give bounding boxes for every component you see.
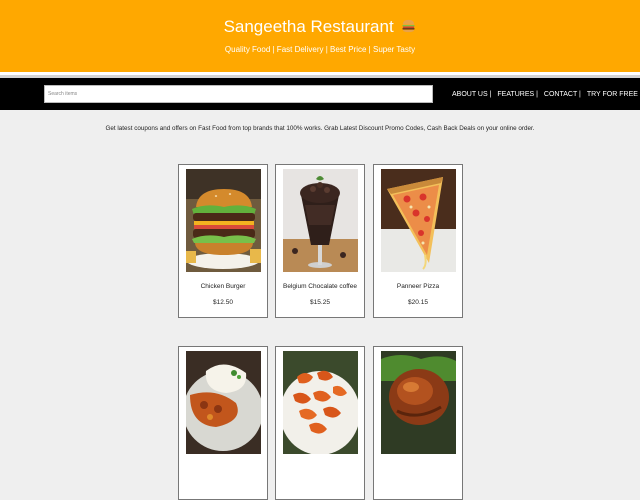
product-card[interactable] — [373, 346, 463, 500]
product-name: Belgium Chocalate coffee — [283, 283, 357, 290]
nav-link-features[interactable]: FEATURES | — [497, 90, 538, 99]
navbar: ABOUT US | FEATURES | CONTACT | TRY FOR … — [0, 78, 640, 110]
page-title: Sangeetha Restaurant — [0, 17, 640, 37]
product-card[interactable]: Belgium Chocalate coffee $15.25 — [275, 164, 365, 318]
promo-text: Get latest coupons and offers on Fast Fo… — [105, 125, 535, 132]
burger-icon — [402, 19, 415, 33]
fried-shrimp-photo — [283, 351, 358, 454]
nav-links: ABOUT US | FEATURES | CONTACT | TRY FOR … — [452, 90, 638, 100]
product-card[interactable] — [178, 346, 268, 500]
curry-rice-photo — [186, 351, 261, 454]
burger-photo — [186, 169, 261, 272]
nav-link-contact[interactable]: CONTACT | — [544, 90, 581, 99]
tagline: Quality Food | Fast Delivery | Best Pric… — [224, 45, 416, 54]
search-input[interactable] — [44, 85, 433, 103]
product-price: $15.25 — [310, 299, 330, 306]
site-header: Sangeetha Restaurant Quality Food | Fast… — [0, 0, 640, 72]
product-name: Panneer Pizza — [396, 283, 440, 290]
roast-chicken-photo — [381, 351, 456, 454]
nav-link-try-for-free[interactable]: TRY FOR FREE — [587, 90, 638, 99]
product-card[interactable] — [275, 346, 365, 500]
product-price: $20.15 — [408, 299, 428, 306]
pizza-photo — [381, 169, 456, 272]
product-price: $12.50 — [213, 299, 233, 306]
product-card[interactable]: Chicken Burger $12.50 — [178, 164, 268, 318]
nav-link-about-us[interactable]: ABOUT US | — [452, 90, 491, 99]
product-card[interactable]: Panneer Pizza $20.15 — [373, 164, 463, 318]
chocolate-coffee-photo — [283, 169, 358, 272]
product-name: Chicken Burger — [200, 283, 246, 290]
page-title-text: Sangeetha Restaurant — [223, 17, 394, 36]
